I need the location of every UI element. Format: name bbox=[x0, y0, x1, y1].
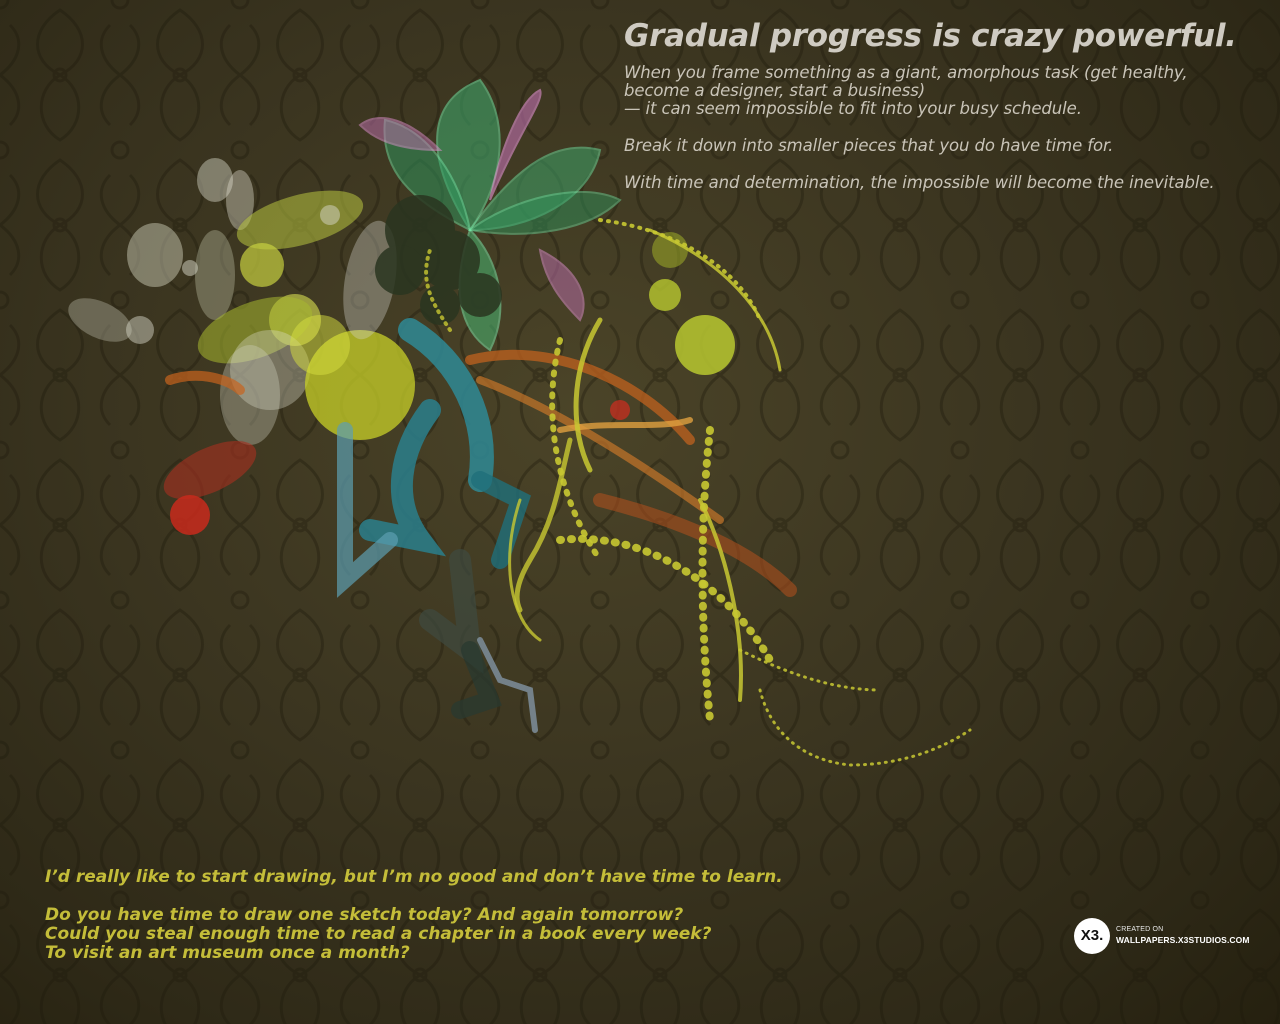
question-text-block: I’d really like to start drawing, but I’… bbox=[45, 868, 945, 963]
body-line: When you frame something as a giant, amo… bbox=[624, 63, 1188, 82]
body-text-block: When you frame something as a giant, amo… bbox=[624, 64, 1274, 192]
logo-url: WALLPAPERS.X3STUDIOS.COM bbox=[1116, 935, 1250, 945]
x3-logo-mark: X3. bbox=[1074, 918, 1110, 954]
body-line: become a designer, start a business) bbox=[624, 81, 926, 100]
x3-studios-logo: X3. CREATED ON WALLPAPERS.X3STUDIOS.COM bbox=[1074, 918, 1264, 958]
question-line: I’d really like to start drawing, but I’… bbox=[45, 867, 783, 887]
question-line: To visit an art museum once a month? bbox=[45, 943, 410, 963]
headline: Gradual progress is crazy powerful. bbox=[624, 18, 1237, 54]
logo-created-on: CREATED ON bbox=[1116, 926, 1164, 933]
body-line: Break it down into smaller pieces that y… bbox=[624, 136, 1114, 155]
question-line: Could you steal enough time to read a ch… bbox=[45, 924, 712, 944]
body-line: With time and determination, the impossi… bbox=[624, 173, 1215, 192]
question-line: Do you have time to draw one sketch toda… bbox=[45, 905, 684, 925]
body-line: — it can seem impossible to fit into you… bbox=[624, 99, 1082, 118]
